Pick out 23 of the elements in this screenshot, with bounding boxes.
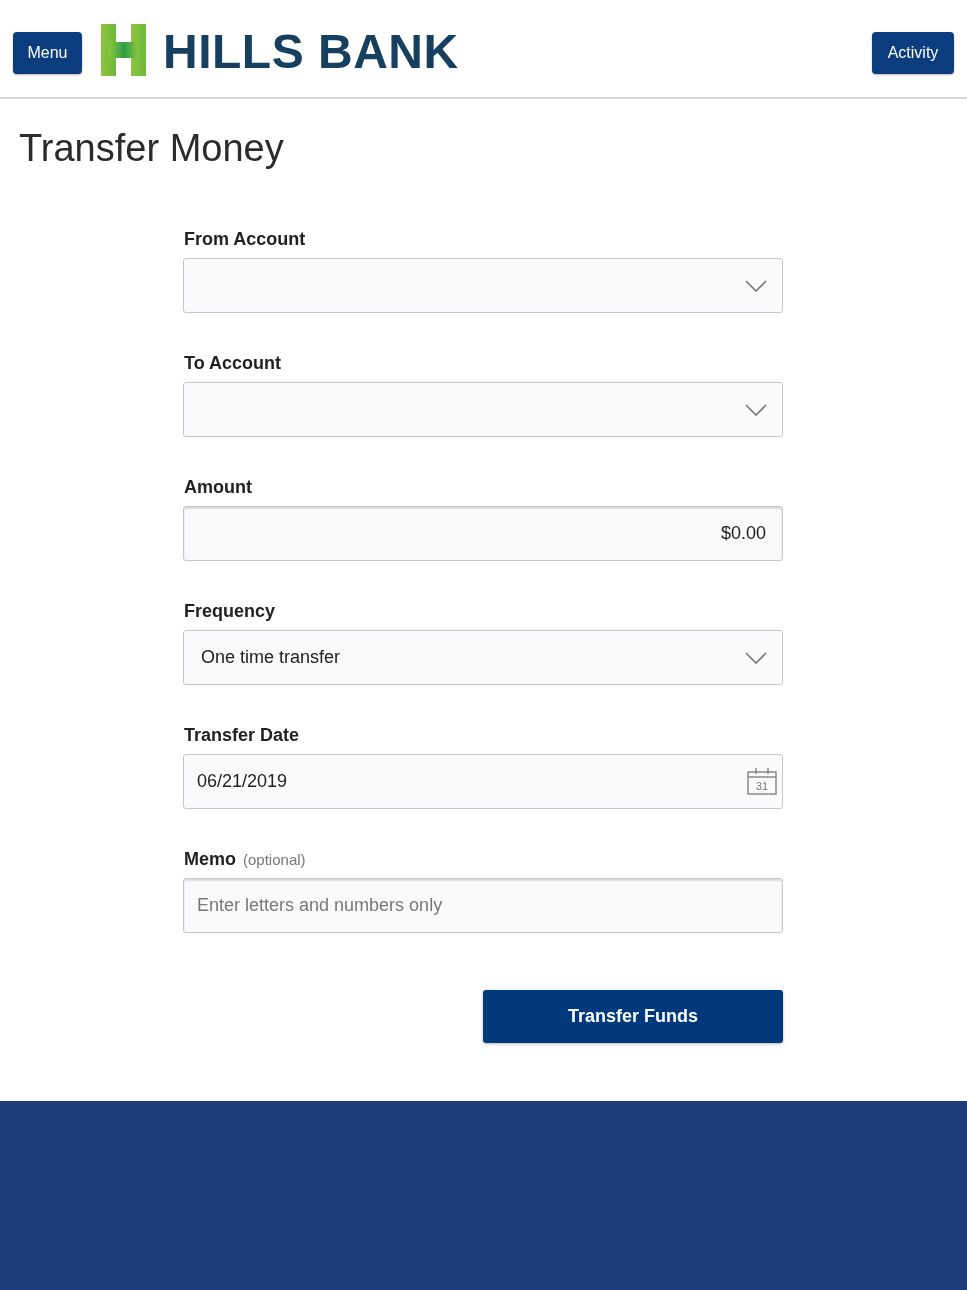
dropdown-field[interactable] — [183, 382, 783, 437]
page-title: Transfer Money — [19, 129, 284, 167]
dropdown-field[interactable] — [183, 258, 783, 313]
chevron-down-icon — [745, 651, 767, 664]
field-label: Amount — [184, 476, 252, 499]
optional-hint: (optional) — [243, 850, 306, 870]
chevron-down-icon — [745, 403, 767, 416]
amount-field[interactable]: $0.00 — [183, 506, 783, 561]
field-label: From Account — [184, 228, 306, 251]
date-field[interactable]: 06/21/2019 31 — [183, 754, 783, 809]
menu-button[interactable]: Menu — [13, 31, 82, 74]
logo-text: HILLS BANK — [163, 27, 459, 76]
field-label: Frequency — [184, 600, 276, 623]
h-logo-icon — [101, 23, 146, 76]
calendar-icon[interactable]: 31 — [747, 768, 777, 795]
chevron-down-icon — [745, 279, 767, 292]
field-label: Memo — [184, 848, 236, 871]
transfer-funds-button[interactable]: Transfer Funds — [483, 990, 783, 1043]
memo-field[interactable]: Enter letters and numbers only — [183, 878, 783, 933]
dropdown-field[interactable]: One time transfer — [183, 630, 783, 685]
field-label: To Account — [184, 352, 281, 375]
activity-button[interactable]: Activity — [872, 31, 954, 74]
field-label: Transfer Date — [184, 724, 300, 747]
